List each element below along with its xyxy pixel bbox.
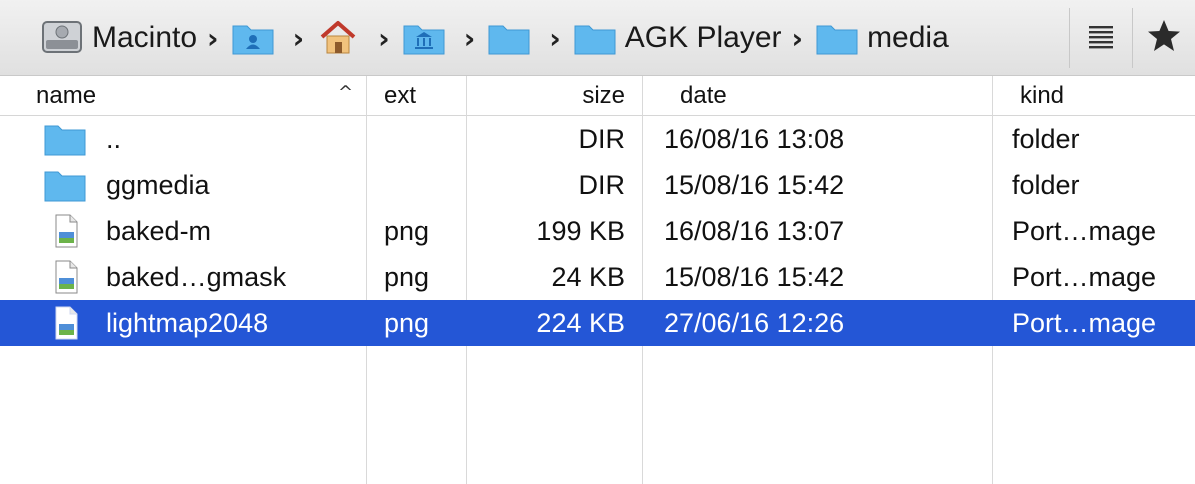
file-ext: png bbox=[384, 262, 430, 292]
user-home-folder-icon bbox=[231, 20, 275, 56]
crumb-macintosh-hd[interactable]: Macinto​ bbox=[40, 14, 197, 62]
breadcrumb-separator: › bbox=[292, 21, 305, 55]
file-name: baked-m bbox=[106, 216, 212, 246]
list-view-icon bbox=[1086, 21, 1116, 56]
table-row[interactable]: .. DIR 16/08/16 13:08 folder bbox=[0, 116, 1195, 162]
header-size[interactable]: size bbox=[582, 76, 625, 115]
file-kind: folder bbox=[1012, 170, 1080, 200]
file-kind: Port…mage bbox=[1012, 216, 1157, 246]
header-date[interactable]: date bbox=[680, 76, 727, 115]
file-list: .. DIR 16/08/16 13:08 folder ggmedia DIR… bbox=[0, 116, 1195, 346]
file-kind: Port…mage bbox=[1012, 308, 1157, 338]
file-kind: folder bbox=[1012, 124, 1080, 154]
png-file-icon bbox=[44, 306, 86, 345]
file-name: ggmedia bbox=[106, 170, 210, 200]
breadcrumb-separator: › bbox=[463, 21, 476, 55]
hard-drive-icon bbox=[40, 20, 84, 56]
file-size: DIR bbox=[578, 170, 626, 200]
folder-icon bbox=[487, 20, 531, 56]
file-date: 27/06/16 12:26 bbox=[664, 308, 845, 338]
breadcrumb-separator: › bbox=[791, 21, 804, 55]
breadcrumb-separator: › bbox=[378, 21, 390, 55]
file-ext: png bbox=[384, 308, 430, 338]
folder-icon bbox=[44, 122, 86, 161]
file-date: 16/08/16 13:07 bbox=[664, 216, 845, 246]
toolbar-right bbox=[1069, 0, 1195, 76]
file-date: 15/08/16 15:42 bbox=[664, 170, 845, 200]
file-size: 199 KB bbox=[536, 216, 625, 246]
folder-icon bbox=[815, 20, 859, 56]
favorite-button[interactable] bbox=[1133, 8, 1195, 68]
table-row-selected[interactable]: lightmap2048 png 224 KB 27/06/16 12:26 P… bbox=[0, 300, 1195, 346]
file-size: DIR bbox=[578, 124, 626, 154]
crumb-folder[interactable] bbox=[487, 14, 539, 62]
crumb-applications[interactable] bbox=[402, 14, 454, 62]
breadcrumb: Macinto​ › › › bbox=[40, 14, 949, 62]
file-ext: png bbox=[384, 216, 430, 246]
png-file-icon bbox=[44, 214, 86, 253]
crumb-user-folder[interactable] bbox=[231, 14, 283, 62]
crumb-label: AGK Player bbox=[624, 21, 782, 54]
crumb-media[interactable]: media bbox=[815, 14, 949, 62]
table-row[interactable]: baked…gmask png 24 KB 15/08/16 15:42 Por… bbox=[0, 254, 1195, 300]
file-name: baked…gmask bbox=[106, 262, 287, 292]
file-name: .. bbox=[106, 124, 122, 154]
folder-icon bbox=[573, 20, 617, 56]
sort-indicator-icon: ^ bbox=[338, 82, 354, 103]
star-icon bbox=[1146, 18, 1182, 59]
table-row[interactable]: baked-m png 199 KB 16/08/16 13:07 Port…m… bbox=[0, 208, 1195, 254]
png-file-icon bbox=[44, 260, 86, 299]
column-header: name ^ ext size date kind bbox=[0, 76, 1195, 116]
crumb-home[interactable] bbox=[316, 14, 368, 62]
header-ext[interactable]: ext bbox=[384, 76, 416, 115]
file-kind: Port…mage bbox=[1012, 262, 1157, 292]
applications-folder-icon bbox=[402, 20, 446, 56]
breadcrumb-separator: › bbox=[207, 21, 219, 55]
path-bar: Macinto​ › › › bbox=[0, 0, 1195, 76]
folder-icon bbox=[44, 168, 86, 207]
table-row[interactable]: ggmedia DIR 15/08/16 15:42 folder bbox=[0, 162, 1195, 208]
crumb-agk-player[interactable]: AGK Player bbox=[573, 14, 782, 62]
breadcrumb-separator: › bbox=[549, 21, 561, 55]
file-date: 15/08/16 15:42 bbox=[664, 262, 845, 292]
file-date: 16/08/16 13:08 bbox=[664, 124, 845, 154]
crumb-label: media bbox=[867, 21, 949, 54]
file-name: lightmap2048 bbox=[106, 308, 269, 338]
list-view-button[interactable] bbox=[1070, 8, 1132, 68]
house-icon bbox=[316, 20, 360, 56]
crumb-label: Macinto bbox=[92, 21, 198, 54]
file-size: 24 KB bbox=[551, 262, 625, 292]
header-kind[interactable]: kind bbox=[1020, 76, 1064, 115]
file-size: 224 KB bbox=[536, 308, 625, 338]
header-name[interactable]: name bbox=[36, 76, 96, 115]
